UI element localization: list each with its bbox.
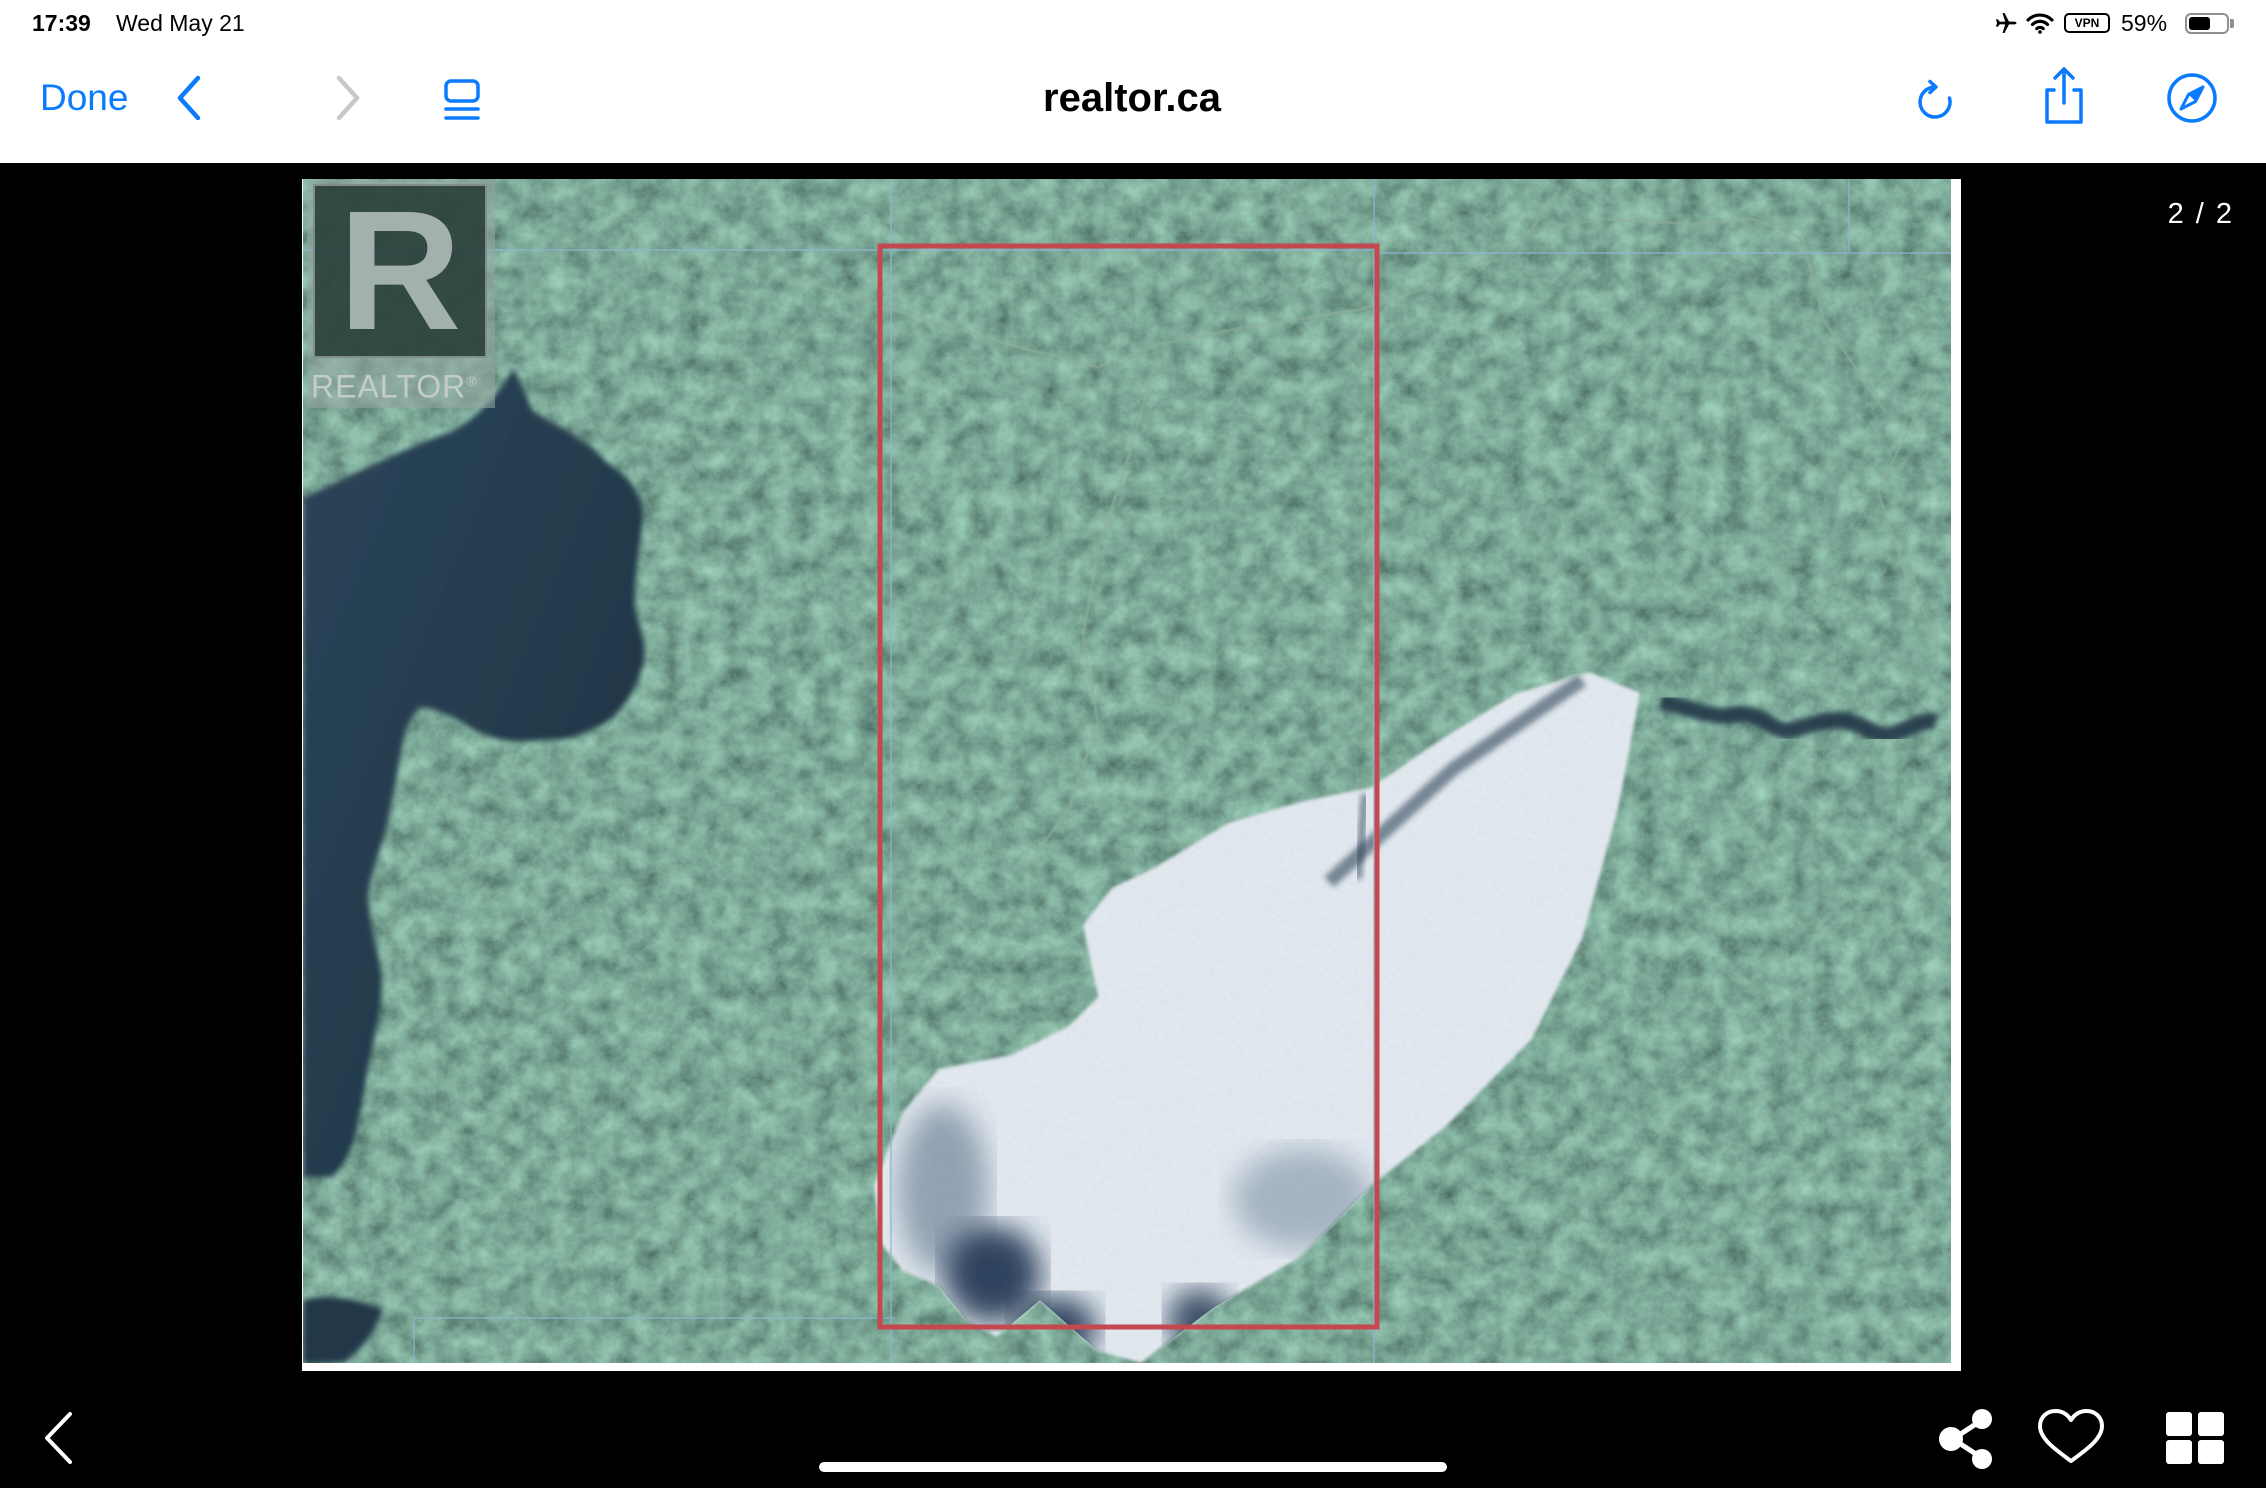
chevron-right-icon [336, 75, 360, 121]
reload-icon [1918, 79, 1952, 119]
gallery-back-button[interactable] [38, 1408, 78, 1468]
realtor-logo-text: REALTOR® [311, 364, 478, 404]
airplane-icon [1994, 11, 2018, 35]
realtor-logo-word: REALTOR [311, 368, 467, 405]
chevron-left-icon [45, 1412, 72, 1464]
wifi-icon [2026, 12, 2054, 34]
realtor-logo-letter: R [338, 179, 462, 366]
chevron-left-icon [177, 75, 201, 121]
favorite-button[interactable] [2036, 1408, 2106, 1466]
battery-nub [2230, 19, 2234, 28]
photo-counter: 2 / 2 [2167, 198, 2234, 230]
share-icon [2045, 67, 2083, 124]
compass-icon [2167, 73, 2217, 123]
forward-button[interactable] [331, 74, 365, 122]
share-network-icon [1939, 1409, 1992, 1469]
aerial-map-image [303, 179, 1951, 1363]
screen: 17:39 Wed May 21 VPN 59% Done realtor.ca… [0, 0, 2266, 1488]
grid-icon [2166, 1412, 2224, 1464]
battery-icon [2185, 13, 2229, 34]
battery-level-fill [2189, 17, 2211, 30]
back-button[interactable] [172, 74, 206, 122]
aerial-photo[interactable]: R REALTOR® [303, 179, 1951, 1363]
photo-frame: R REALTOR® [302, 179, 1961, 1371]
tabs-button[interactable] [440, 78, 484, 122]
battery-percentage: 59% [2121, 10, 2168, 36]
registered-mark: ® [466, 373, 478, 389]
done-button[interactable]: Done [40, 77, 128, 119]
realtor-logo: R REALTOR® [307, 180, 495, 408]
realtor-logo-mark: R [313, 184, 487, 358]
open-in-safari-button[interactable] [2166, 72, 2218, 124]
home-indicator[interactable] [819, 1462, 1447, 1472]
share-listing-button[interactable] [1934, 1408, 2000, 1470]
browser-chrome: 17:39 Wed May 21 VPN 59% Done realtor.ca [0, 0, 2266, 163]
heart-icon [2038, 1409, 2104, 1463]
address-label: realtor.ca [1043, 76, 1221, 120]
tabs-icon [444, 79, 480, 120]
vpn-badge: VPN [2064, 13, 2110, 33]
reload-button[interactable] [1912, 76, 1958, 124]
status-time: 17:39 [32, 10, 91, 36]
status-date: Wed May 21 [116, 10, 245, 36]
share-button[interactable] [2038, 64, 2090, 126]
photo-grid-button[interactable] [2164, 1410, 2226, 1466]
